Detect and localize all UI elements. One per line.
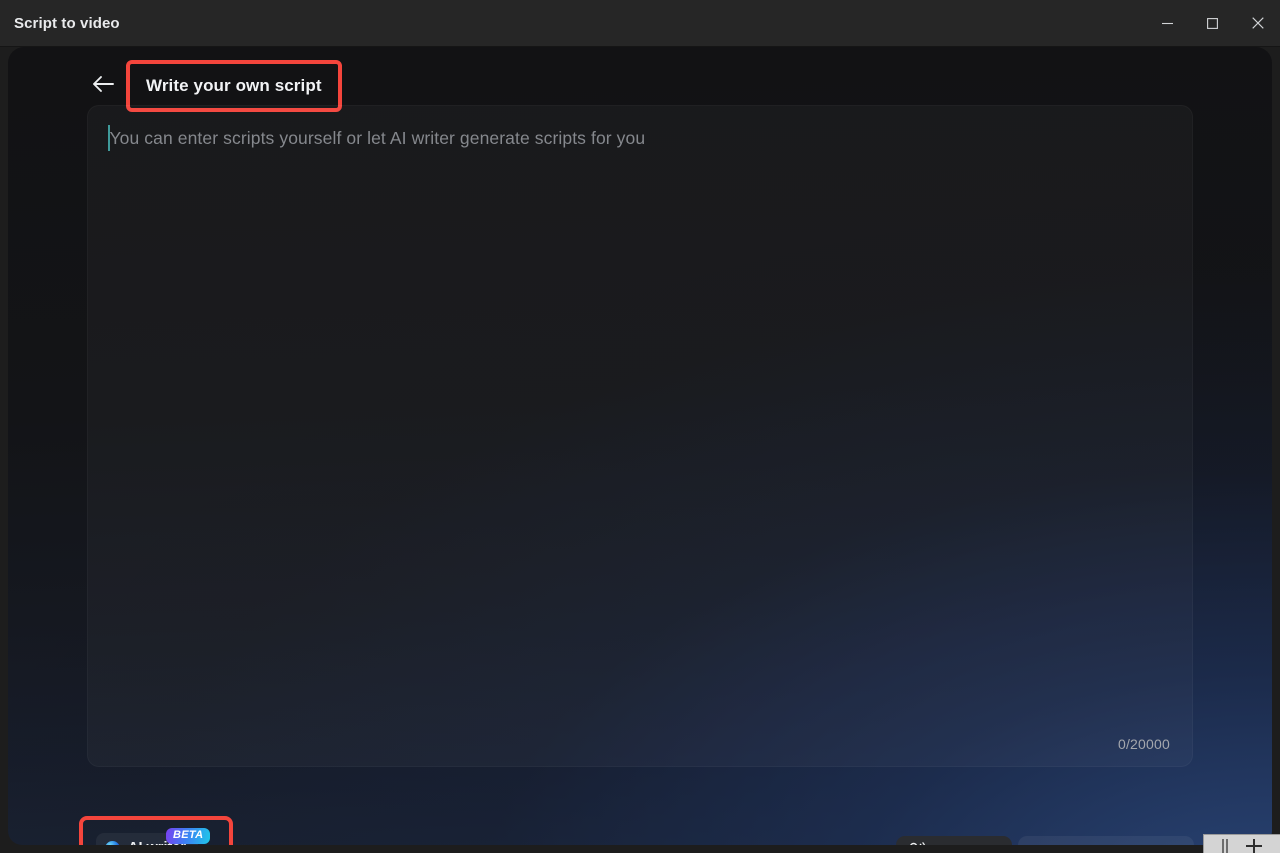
- maximize-icon: [1207, 17, 1218, 29]
- pause-icon[interactable]: [1222, 839, 1228, 853]
- voice-over-icon: [907, 842, 926, 845]
- voice-selector-button[interactable]: Flurry: [896, 836, 1012, 845]
- script-placeholder: You can enter scripts yourself or let AI…: [109, 128, 646, 148]
- beta-badge: BETA: [166, 828, 211, 844]
- page-header: Write your own script: [88, 60, 342, 112]
- arrow-left-icon: [91, 74, 115, 99]
- page-title: Write your own script: [146, 76, 322, 95]
- script-placeholder-row: You can enter scripts yourself or let AI…: [108, 124, 1168, 152]
- minimize-button[interactable]: [1145, 0, 1190, 46]
- generate-video-button[interactable]: Generate video: [1018, 836, 1195, 846]
- app-window: Script to video Write your own script Yo…: [0, 0, 1280, 853]
- window-title: Script to video: [14, 14, 120, 32]
- chevron-down-icon: [1170, 844, 1183, 845]
- close-button[interactable]: [1235, 0, 1280, 46]
- plus-icon[interactable]: [1246, 839, 1262, 853]
- maximize-button[interactable]: [1190, 0, 1235, 46]
- script-textarea[interactable]: You can enter scripts yourself or let AI…: [87, 105, 1193, 767]
- generate-video-label: Generate video: [1053, 845, 1161, 846]
- minimize-icon: [1162, 18, 1173, 29]
- floating-overlay-panel[interactable]: [1203, 834, 1280, 853]
- character-counter: 0/20000: [1117, 736, 1170, 752]
- chevron-down-icon: [987, 844, 1000, 845]
- orb-icon: [105, 840, 120, 845]
- window-controls: [1145, 0, 1280, 46]
- close-icon: [1251, 17, 1264, 29]
- voice-label: Flurry: [935, 845, 978, 846]
- content-surface: Write your own script You can enter scri…: [8, 47, 1272, 845]
- titlebar: Script to video: [0, 0, 1280, 47]
- back-button[interactable]: [88, 71, 118, 101]
